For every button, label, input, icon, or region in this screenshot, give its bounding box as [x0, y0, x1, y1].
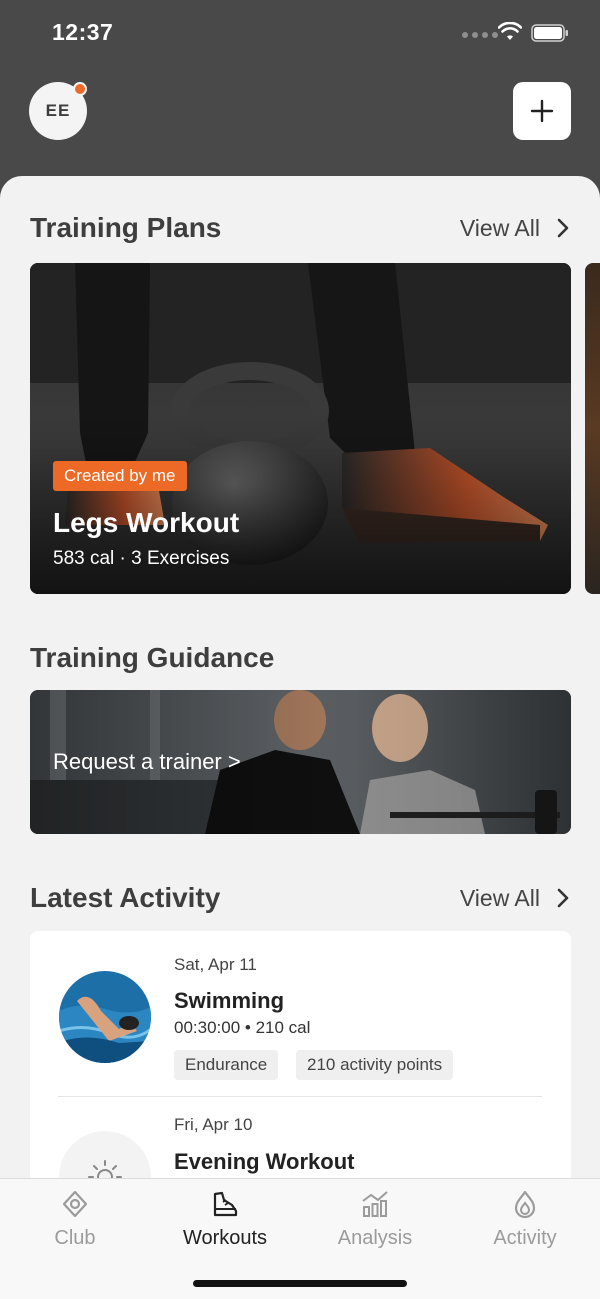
- main-content: Training Plans View All Created by me Le…: [0, 176, 600, 1299]
- training-plans-view-all[interactable]: View All: [460, 215, 570, 242]
- training-plans-header: Training Plans View All: [30, 212, 570, 244]
- latest-activity-view-all[interactable]: View All: [460, 885, 570, 912]
- activity-name: Evening Workout: [174, 1149, 355, 1174]
- created-by-me-badge: Created by me: [53, 461, 187, 491]
- activity-date: Sat, Apr 11: [174, 955, 257, 974]
- avatar[interactable]: EE: [29, 82, 87, 140]
- analysis-icon: [362, 1191, 388, 1217]
- wifi-icon: [498, 22, 522, 40]
- plan-title: Legs Workout: [53, 507, 240, 538]
- swimming-thumbnail: [59, 971, 151, 1063]
- status-time: 12:37: [52, 19, 114, 45]
- plan-meta: 583 cal · 3 Exercises: [53, 548, 230, 569]
- avatar-initials: EE: [45, 101, 71, 120]
- club-icon: [62, 1190, 88, 1218]
- next-plan-card[interactable]: [585, 263, 600, 594]
- status-bar: 12:37: [0, 0, 600, 66]
- activity-name: Swimming: [174, 988, 285, 1013]
- tab-label: Club: [54, 1227, 96, 1249]
- plus-icon: [530, 99, 554, 123]
- training-guidance-header: Training Guidance: [30, 642, 570, 674]
- tab-label: Activity: [493, 1227, 557, 1249]
- latest-activity-list: Sat, Apr 11 Swimming 00:30:00 • 210 cal …: [30, 931, 571, 1191]
- workouts-icon: [213, 1191, 238, 1217]
- tab-label: Workouts: [182, 1227, 268, 1249]
- tab-club[interactable]: Club: [0, 1179, 150, 1269]
- view-all-label: View All: [459, 884, 540, 911]
- notification-dot: [73, 82, 87, 96]
- kettlebell-photo: [30, 263, 571, 594]
- tab-label: Analysis: [337, 1227, 413, 1249]
- top-header: EE: [0, 66, 600, 178]
- latest-activity-title: Latest Activity: [30, 882, 221, 913]
- tab-analysis[interactable]: Analysis: [300, 1179, 450, 1269]
- signal-icon: [462, 32, 498, 38]
- training-plans-title: Training Plans: [30, 212, 222, 243]
- activity-item-swimming[interactable]: Sat, Apr 11 Swimming 00:30:00 • 210 cal …: [30, 931, 571, 1095]
- home-indicator: [193, 1280, 407, 1287]
- request-trainer-link[interactable]: Request a trainer >: [53, 749, 241, 775]
- activity-date: Fri, Apr 10: [174, 1115, 253, 1134]
- battery-icon: [531, 24, 568, 42]
- view-all-label: View All: [459, 214, 540, 241]
- tab-activity[interactable]: Activity: [450, 1179, 600, 1269]
- activity-chip: 210 activity points: [296, 1050, 454, 1080]
- training-plan-card[interactable]: Created by me Legs Workout 583 cal · 3 E…: [30, 263, 571, 594]
- latest-activity-header: Latest Activity View All: [30, 882, 570, 914]
- add-button[interactable]: [513, 82, 571, 140]
- activity-icon: [514, 1190, 536, 1219]
- request-trainer-card[interactable]: Request a trainer >: [30, 690, 571, 834]
- training-guidance-title: Training Guidance: [30, 642, 275, 673]
- activity-item-evening-workout[interactable]: Fri, Apr 10 Evening Workout: [30, 1097, 571, 1191]
- tab-workouts[interactable]: Workouts: [150, 1179, 300, 1269]
- activity-chip: Endurance: [174, 1050, 279, 1080]
- chevron-right-icon: [557, 218, 569, 238]
- activity-meta: 00:30:00 • 210 cal: [174, 1018, 311, 1037]
- chevron-right-icon: [557, 888, 569, 908]
